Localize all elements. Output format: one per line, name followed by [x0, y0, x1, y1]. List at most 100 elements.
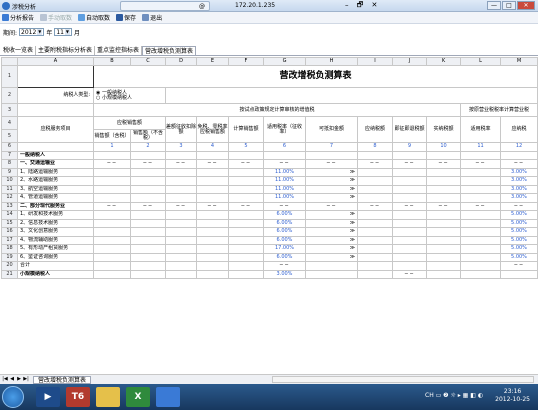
last-sheet-icon[interactable]: ▶| — [23, 376, 29, 383]
cell[interactable] — [130, 184, 166, 194]
cell[interactable] — [460, 150, 501, 160]
cell[interactable] — [392, 252, 427, 262]
cell[interactable] — [460, 167, 501, 177]
cell[interactable]: −− — [392, 201, 427, 211]
rate-cell[interactable]: 11.00% — [263, 167, 306, 177]
sheet-tab[interactable]: 营改增税负测算表 — [33, 375, 92, 384]
rate-cell[interactable]: −− — [263, 201, 306, 211]
cell[interactable]: −− — [460, 201, 501, 211]
cell[interactable] — [460, 252, 501, 262]
bus-rate-cell[interactable]: 5.00% — [500, 210, 538, 220]
bus-rate-cell[interactable]: 3.00% — [500, 176, 538, 186]
column-header[interactable]: F — [228, 57, 264, 66]
cell[interactable] — [357, 150, 393, 160]
month-select[interactable]: 11 ▼ — [54, 28, 72, 36]
cell[interactable] — [228, 210, 264, 220]
cell[interactable] — [93, 167, 131, 177]
prev-sheet-icon[interactable]: ◀ — [9, 376, 15, 383]
chevron-right-icon[interactable]: ≫ — [350, 169, 355, 176]
rate-cell[interactable]: 6.00% — [263, 227, 306, 237]
bus-rate-cell[interactable]: 3.00% — [500, 184, 538, 194]
cell[interactable] — [196, 244, 229, 254]
cell[interactable] — [93, 184, 131, 194]
cell[interactable] — [228, 227, 264, 237]
cell[interactable] — [357, 176, 393, 186]
cell[interactable] — [392, 167, 427, 177]
bus-rate-cell[interactable]: −− — [500, 261, 538, 271]
cell[interactable] — [392, 218, 427, 228]
cell[interactable] — [392, 244, 427, 254]
chevron-right-icon[interactable]: ≫ — [350, 186, 355, 193]
cell[interactable] — [165, 235, 197, 245]
cell[interactable] — [165, 252, 197, 262]
cell[interactable] — [130, 210, 166, 220]
cell[interactable] — [460, 176, 501, 186]
cell[interactable] — [130, 227, 166, 237]
cell[interactable] — [228, 261, 264, 271]
bus-rate-cell[interactable] — [500, 150, 538, 160]
cell[interactable] — [228, 252, 264, 262]
cell[interactable] — [305, 261, 358, 271]
cell[interactable]: −− — [228, 159, 264, 169]
cell[interactable]: −− — [93, 159, 131, 169]
cell[interactable] — [165, 184, 197, 194]
cell[interactable] — [426, 218, 461, 228]
cell[interactable] — [130, 176, 166, 186]
cell[interactable]: −− — [460, 159, 501, 169]
row-label[interactable]: 4、管道运输服务 — [17, 193, 94, 203]
auto-fetch-button[interactable]: 自动取数 — [78, 13, 110, 22]
cell[interactable] — [426, 184, 461, 194]
bus-rate-cell[interactable]: 3.00% — [500, 167, 538, 177]
cell[interactable] — [228, 235, 264, 245]
cell[interactable] — [228, 176, 264, 186]
chevron-right-icon[interactable]: ≫ — [350, 228, 355, 235]
cell[interactable] — [426, 244, 461, 254]
folder-icon[interactable] — [96, 387, 120, 407]
deductible-cell[interactable]: ≫ — [305, 193, 358, 203]
rate-cell[interactable]: 6.00% — [263, 252, 306, 262]
tab-vat-reform[interactable]: 营改增税负测算表 — [142, 46, 197, 55]
cell[interactable] — [228, 269, 264, 279]
cell[interactable] — [392, 235, 427, 245]
column-header[interactable]: E — [196, 57, 229, 66]
cell[interactable] — [426, 235, 461, 245]
bus-rate-cell[interactable]: −− — [500, 159, 538, 169]
cell[interactable] — [165, 269, 197, 279]
cell[interactable] — [196, 193, 229, 203]
cell[interactable] — [305, 269, 358, 279]
rate-cell[interactable]: 11.00% — [263, 193, 306, 203]
column-header[interactable]: I — [357, 57, 393, 66]
cell[interactable] — [426, 227, 461, 237]
cell[interactable] — [165, 218, 197, 228]
cell[interactable] — [426, 261, 461, 271]
minimize-button[interactable]: — — [487, 1, 501, 10]
rate-cell[interactable]: −− — [263, 159, 306, 169]
cell[interactable] — [130, 235, 166, 245]
row-label[interactable]: 合计 — [17, 261, 94, 271]
radio-small[interactable]: ○ 小规模纳税人 — [96, 95, 132, 101]
cell[interactable]: −− — [165, 159, 197, 169]
cell[interactable] — [228, 167, 264, 177]
exit-button[interactable]: 退出 — [142, 13, 162, 22]
cell[interactable] — [357, 193, 393, 203]
cell[interactable] — [130, 150, 166, 160]
cell[interactable] — [357, 244, 393, 254]
cell[interactable]: −− — [305, 201, 358, 211]
cell[interactable] — [426, 167, 461, 177]
cell[interactable] — [165, 167, 197, 177]
t6-app-icon[interactable]: T6 — [66, 387, 90, 407]
cell[interactable] — [196, 269, 229, 279]
cell[interactable] — [196, 150, 229, 160]
save-button[interactable]: 保存 — [116, 13, 136, 22]
media-icon[interactable]: ▶ — [36, 387, 60, 407]
analysis-report-button[interactable]: 分析报告 — [2, 13, 34, 22]
cell[interactable] — [130, 269, 166, 279]
cell[interactable] — [196, 235, 229, 245]
cell[interactable] — [426, 252, 461, 262]
bus-rate-cell[interactable]: 5.00% — [500, 218, 538, 228]
row-label[interactable]: 1、研发和技术服务 — [17, 210, 94, 220]
next-sheet-icon[interactable]: ▶ — [16, 376, 22, 383]
cell[interactable] — [130, 252, 166, 262]
cell[interactable] — [357, 210, 393, 220]
cell[interactable] — [93, 210, 131, 220]
